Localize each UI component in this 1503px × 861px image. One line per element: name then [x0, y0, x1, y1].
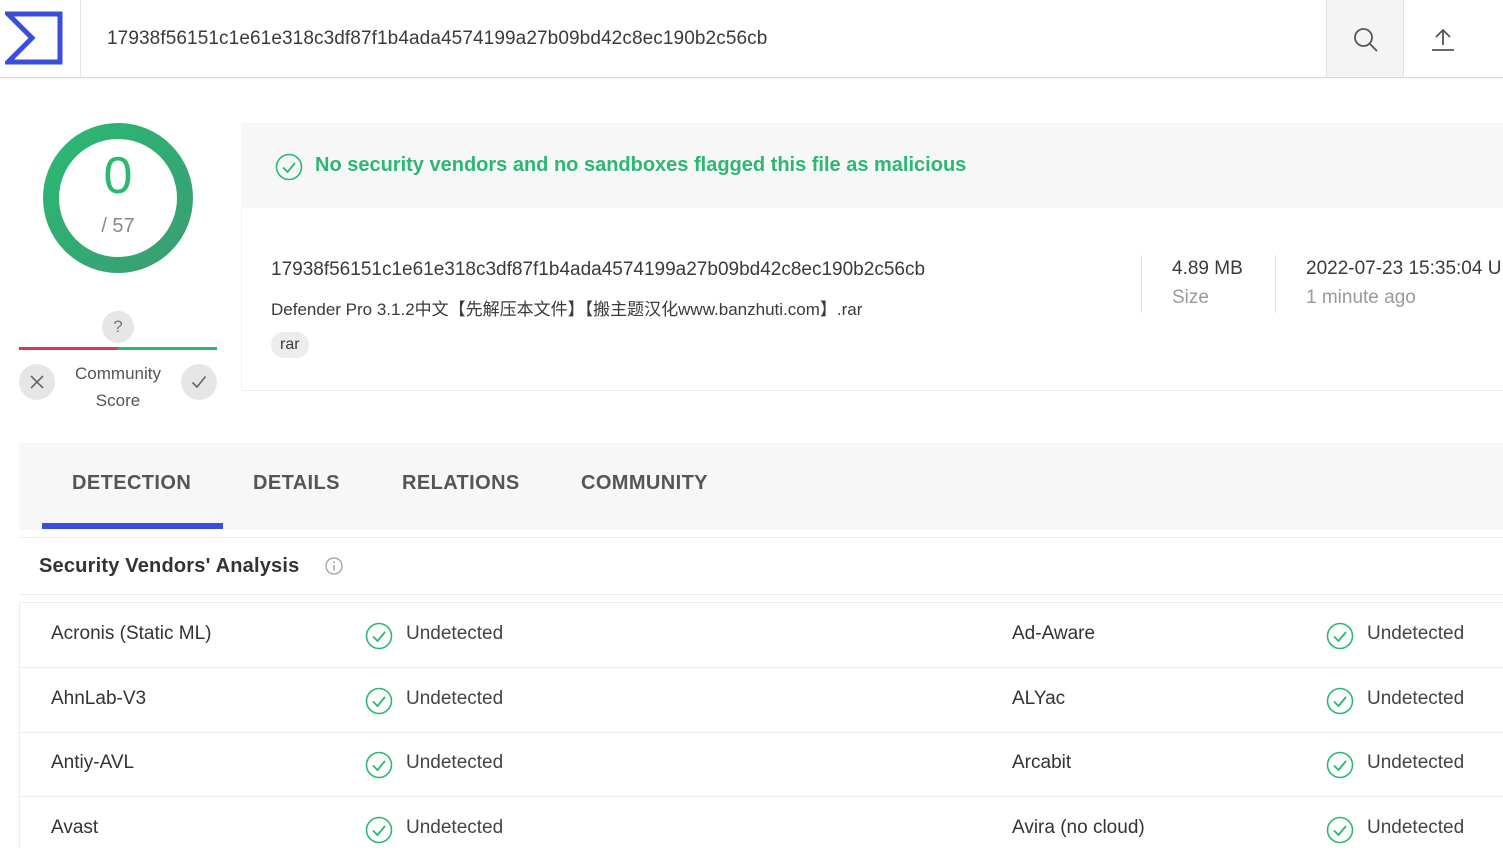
check-circle-icon [1326, 687, 1354, 715]
check-circle-icon [365, 622, 393, 650]
vendor-name: Arcabit [1012, 752, 1072, 773]
vendor-name: AhnLab-V3 [51, 688, 147, 709]
vendor-name: ALYac [1012, 688, 1066, 709]
file-size-value: 4.89 MB [1172, 258, 1243, 279]
analysis-title: Security Vendors' Analysis [39, 555, 300, 577]
check-circle-icon [1326, 816, 1354, 844]
check-circle-icon [365, 751, 393, 779]
community-score-label-line1: Community [75, 364, 161, 383]
virustotal-logo-icon [5, 11, 63, 65]
vendor-result: Undetected [1367, 752, 1465, 773]
file-hash: 17938f56151c1e61e318c3df87f1b4ada4574199… [271, 259, 926, 280]
vote-harmless-button[interactable] [181, 364, 217, 400]
verdict-text: No security vendors and no sandboxes fla… [315, 154, 967, 176]
check-circle-icon [275, 153, 303, 181]
top-bar: 17938f56151c1e61e318c3df87f1b4ada4574199… [0, 0, 1503, 78]
analysis-date-value: 2022-07-23 15:35:04 U [1306, 258, 1502, 279]
vendor-name: Avira (no cloud) [1012, 817, 1145, 838]
vendor-result: Undetected [1367, 817, 1465, 838]
check-icon [191, 375, 207, 389]
check-circle-icon [1326, 751, 1354, 779]
table-row: Antiy-AVL Undetected Arcabit Undetected [20, 732, 1503, 797]
community-score-label-line2: Score [95, 391, 141, 410]
vendor-result: Undetected [406, 817, 504, 838]
detection-count: 0 [103, 147, 133, 205]
vendor-table: Acronis (Static ML) Undetected Ad-Aware … [19, 602, 1503, 848]
tab-relations[interactable]: RELATIONS [402, 472, 520, 495]
file-size-label: Size [1172, 287, 1209, 308]
tab-detection[interactable]: DETECTION [72, 472, 191, 495]
check-circle-icon [365, 687, 393, 715]
search-button[interactable] [1326, 0, 1404, 77]
close-icon [30, 375, 44, 389]
tab-community[interactable]: COMMUNITY [581, 472, 708, 495]
vendor-result: Undetected [1367, 623, 1465, 644]
engine-total: / 57 [101, 215, 135, 237]
upload-icon [1432, 28, 1454, 51]
vendor-result: Undetected [406, 623, 504, 644]
tab-details[interactable]: DETAILS [253, 472, 340, 495]
vendor-result: Undetected [406, 752, 504, 773]
active-tab-indicator [42, 523, 223, 529]
check-circle-icon [365, 816, 393, 844]
vendor-name: Antiy-AVL [51, 752, 135, 773]
upload-button[interactable] [1403, 0, 1503, 77]
table-row: Acronis (Static ML) Undetected Ad-Aware … [20, 603, 1503, 668]
table-row: Avast Undetected Avira (no cloud) Undete… [20, 797, 1503, 861]
verdict-banner: No security vendors and no sandboxes fla… [241, 123, 1503, 208]
file-name: Defender Pro 3.1.2中文【先解压本文件】【搬主题汉化www.ba… [271, 300, 863, 319]
vote-malicious-button[interactable] [19, 364, 55, 400]
community-bar-positive [118, 347, 217, 350]
search-input[interactable]: 17938f56151c1e61e318c3df87f1b4ada4574199… [107, 28, 767, 50]
file-type-tag[interactable]: rar [271, 332, 309, 358]
community-bar-negative [19, 347, 118, 350]
info-icon[interactable] [325, 557, 343, 575]
check-circle-icon [1326, 622, 1354, 650]
logo-link[interactable] [0, 0, 81, 77]
vendor-name: Ad-Aware [1012, 623, 1096, 644]
vendor-result: Undetected [406, 688, 504, 709]
divider [1141, 255, 1142, 313]
vendor-name: Avast [51, 817, 99, 838]
tab-bar: DETECTION DETAILS RELATIONS COMMUNITY [19, 443, 1503, 530]
analysis-date-relative: 1 minute ago [1306, 287, 1416, 308]
search-icon [1354, 28, 1378, 52]
table-row: AhnLab-V3 Undetected ALYac Undetected [20, 668, 1503, 733]
vendor-result: Undetected [1367, 688, 1465, 709]
divider [1275, 255, 1276, 313]
community-score-label: Community Score [60, 360, 176, 414]
vendor-name: Acronis (Static ML) [51, 623, 212, 644]
community-score-help[interactable]: ? [102, 311, 134, 343]
